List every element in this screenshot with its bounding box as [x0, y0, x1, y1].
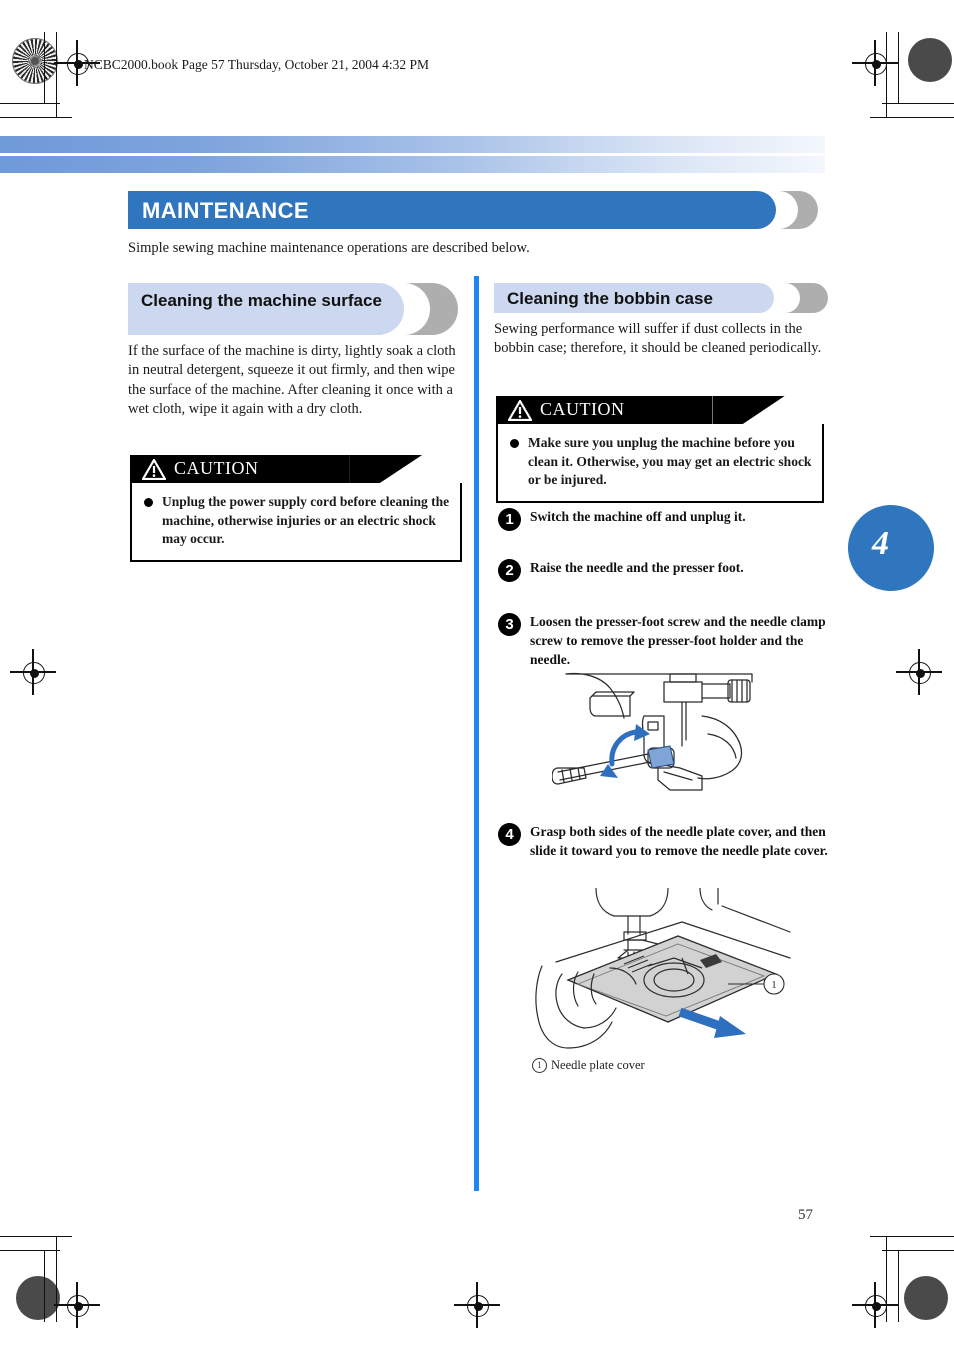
- svg-text:1: 1: [771, 979, 777, 991]
- registration-crosshair-bottom-center: [454, 1282, 500, 1328]
- page-title: MAINTENANCE: [142, 198, 309, 223]
- subhead-label: Cleaning the machine surface: [141, 291, 382, 310]
- caution-label-right: CAUTION: [540, 399, 625, 419]
- step-text: Loosen the presser-foot screw and the ne…: [530, 614, 826, 668]
- step-text: Grasp both sides of the needle plate cov…: [530, 824, 828, 859]
- crop-mark-left-inner: [56, 32, 58, 118]
- section-intro-text: Simple sewing machine maintenance operat…: [128, 240, 530, 256]
- caution-item: Unplug the power supply cord before clea…: [142, 493, 450, 549]
- chapter-tab-marker: 4: [848, 505, 934, 591]
- subhead-label: Cleaning the bobbin case: [507, 289, 713, 308]
- crop-mark-right-outer2: [898, 1250, 900, 1322]
- figure-caption-text: Needle plate cover: [551, 1058, 645, 1072]
- caution-body-left: Unplug the power supply cord before clea…: [130, 483, 462, 562]
- subsection-heading-cleaning-machine-surface: Cleaning the machine surface: [128, 283, 458, 335]
- crop-mark-top-left-h2: [0, 117, 72, 119]
- step-item-1: 1 Switch the machine off and unplug it.: [498, 507, 828, 531]
- caution-header-right: CAUTION: [496, 396, 824, 424]
- crop-mark-top-left-h: [0, 103, 60, 105]
- caution-box-right: CAUTION Make sure you unplug the machine…: [496, 396, 824, 503]
- caution-header-wedge-left: [349, 455, 423, 483]
- crop-mark-bot-left-h: [0, 1250, 60, 1252]
- registration-crosshair-left-mid: [10, 649, 56, 695]
- registration-crosshair-bottom-left: [54, 1282, 100, 1328]
- step-text: Switch the machine off and unplug it.: [530, 509, 746, 524]
- step-number-badge: 1: [498, 508, 521, 531]
- right-column-body-text: Sewing performance will suffer if dust c…: [494, 321, 822, 357]
- running-head: NCBC2000.book Page 57 Thursday, October …: [84, 57, 429, 72]
- presser-foot-screw-illustration: [551, 668, 814, 821]
- callout-number-1: 1: [532, 1058, 547, 1073]
- registration-dot-bottom-left: [16, 1276, 60, 1320]
- column-divider: [474, 276, 479, 1191]
- figure-caption-needle-plate-cover: 1 Needle plate cover: [532, 1058, 645, 1073]
- step-item-3: 3 Loosen the presser-foot screw and the …: [498, 612, 828, 669]
- registration-dot-top-right: [908, 38, 952, 82]
- bullet-icon: [144, 498, 153, 507]
- caution-box-left: CAUTION Unplug the power supply cord bef…: [130, 455, 462, 562]
- caution-header-left: CAUTION: [130, 455, 462, 483]
- crop-mark-bot-left-h2: [0, 1236, 72, 1238]
- step-number-badge: 2: [498, 559, 521, 582]
- crop-mark-bot-right-h: [882, 1250, 954, 1252]
- crop-mark-top-right-h2: [870, 117, 954, 119]
- step-number-badge: 4: [498, 823, 521, 846]
- step-item-4: 4 Grasp both sides of the needle plate c…: [498, 822, 828, 860]
- crop-mark-right-outer: [898, 32, 900, 104]
- crop-mark-right-inner: [886, 32, 888, 118]
- caution-label-left: CAUTION: [174, 458, 259, 478]
- crop-mark-left-outer: [44, 32, 46, 104]
- crop-mark-left-inner2: [56, 1236, 58, 1322]
- caution-item-text: Make sure you unplug the machine before …: [528, 435, 812, 488]
- caution-item-text: Unplug the power supply cord before clea…: [162, 494, 450, 547]
- step-item-2: 2 Raise the needle and the presser foot.: [498, 558, 828, 582]
- bullet-icon: [510, 439, 519, 448]
- section-banner: MAINTENANCE: [128, 191, 818, 229]
- caution-header-wedge-right: [712, 396, 785, 424]
- crop-mark-bot-right-h2: [870, 1236, 954, 1238]
- left-column-body-text: If the surface of the machine is dirty, …: [128, 343, 456, 417]
- registration-starburst-top-left: [12, 38, 58, 84]
- caution-item: Make sure you unplug the machine before …: [508, 434, 812, 490]
- header-gradient-bar-upper: [0, 136, 825, 153]
- step-text: Raise the needle and the presser foot.: [530, 560, 744, 575]
- crop-mark-top-right-h: [882, 103, 954, 105]
- subsection-heading-cleaning-bobbin-case: Cleaning the bobbin case: [494, 283, 828, 317]
- page-number: 57: [798, 1207, 813, 1223]
- step-number-badge: 3: [498, 613, 521, 636]
- warning-triangle-icon: [508, 400, 532, 421]
- caution-body-right: Make sure you unplug the machine before …: [496, 424, 824, 503]
- warning-triangle-icon: [142, 459, 166, 480]
- needle-plate-cover-illustration: 1: [532, 887, 794, 1055]
- crop-mark-left-outer2: [44, 1250, 46, 1322]
- registration-dot-bottom-right: [904, 1276, 948, 1320]
- chapter-tab-number: 4: [872, 525, 889, 562]
- header-gradient-bar-lower: [0, 156, 825, 173]
- registration-crosshair-right-mid: [896, 649, 942, 695]
- crop-mark-right-inner2: [886, 1236, 888, 1322]
